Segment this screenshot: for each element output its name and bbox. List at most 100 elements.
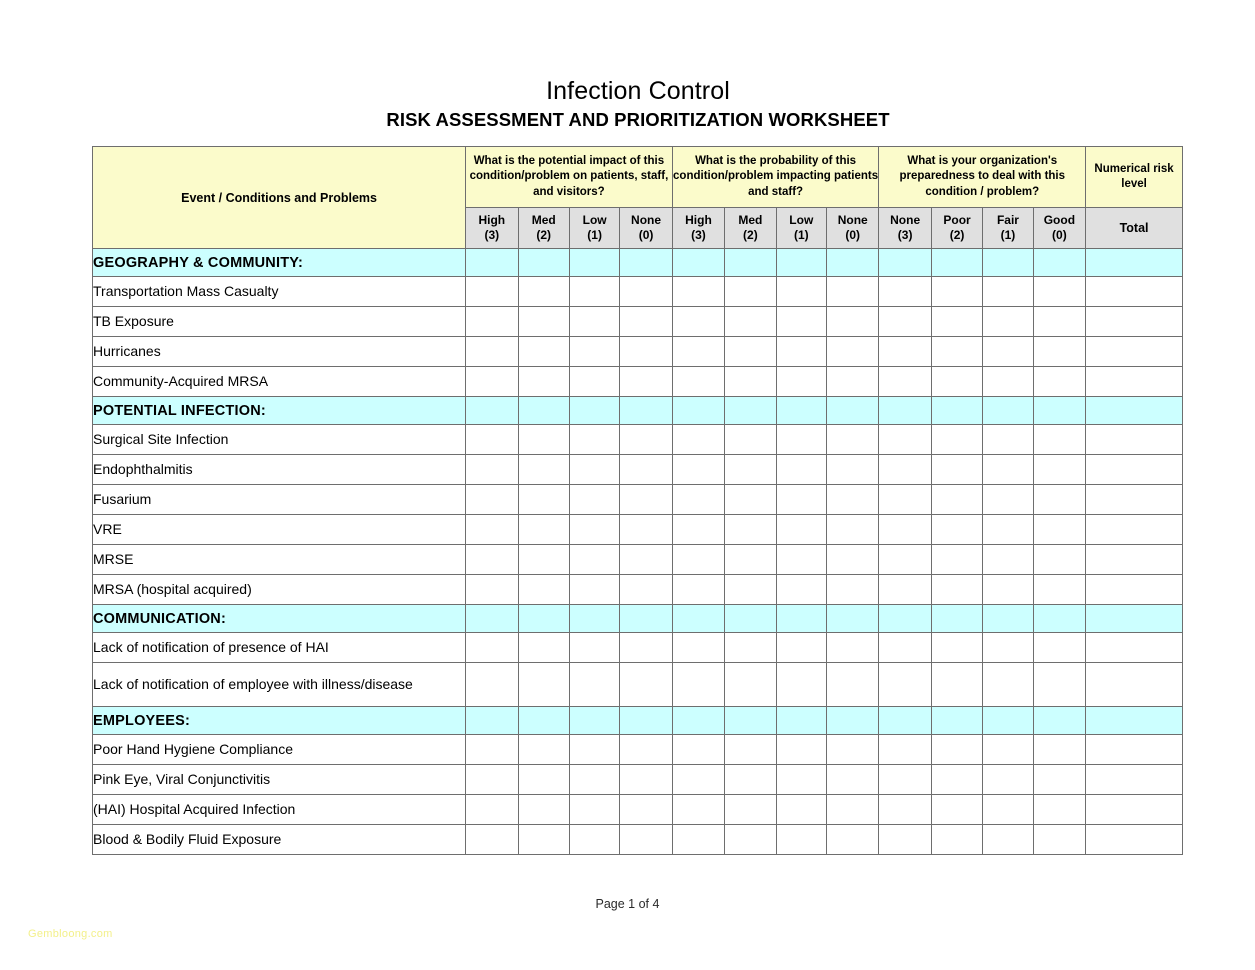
score-input-cell[interactable] [465, 734, 519, 765]
score-input-cell[interactable] [671, 454, 726, 485]
score-input-cell[interactable] [878, 454, 932, 485]
score-input-cell[interactable] [517, 662, 570, 707]
score-input-cell[interactable] [825, 366, 880, 397]
score-input-cell[interactable] [775, 454, 828, 485]
score-input-cell[interactable] [930, 662, 984, 707]
score-input-cell[interactable] [775, 276, 828, 307]
score-input-cell[interactable] [619, 764, 673, 795]
score-input-cell[interactable] [724, 794, 777, 825]
score-input-cell[interactable] [982, 454, 1034, 485]
score-input-cell[interactable] [878, 336, 932, 367]
total-input-cell[interactable] [1085, 632, 1183, 663]
score-input-cell[interactable] [619, 306, 673, 337]
score-input-cell[interactable] [517, 632, 570, 663]
score-input-cell[interactable] [619, 794, 673, 825]
score-input-cell[interactable] [825, 632, 880, 663]
score-input-cell[interactable] [568, 306, 621, 337]
score-input-cell[interactable] [568, 514, 621, 545]
score-input-cell[interactable] [619, 544, 673, 575]
score-input-cell[interactable] [930, 276, 984, 307]
score-input-cell[interactable] [724, 366, 777, 397]
score-input-cell[interactable] [1032, 306, 1087, 337]
score-input-cell[interactable] [878, 276, 932, 307]
score-input-cell[interactable] [982, 632, 1034, 663]
score-input-cell[interactable] [1032, 484, 1087, 515]
score-input-cell[interactable] [724, 734, 777, 765]
score-input-cell[interactable] [878, 484, 932, 515]
score-input-cell[interactable] [878, 632, 932, 663]
score-input-cell[interactable] [775, 484, 828, 515]
score-input-cell[interactable] [465, 632, 519, 663]
score-input-cell[interactable] [619, 454, 673, 485]
score-input-cell[interactable] [1032, 544, 1087, 575]
score-input-cell[interactable] [982, 764, 1034, 795]
score-input-cell[interactable] [517, 574, 570, 605]
score-input-cell[interactable] [878, 424, 932, 455]
score-input-cell[interactable] [930, 574, 984, 605]
total-input-cell[interactable] [1085, 794, 1183, 825]
score-input-cell[interactable] [465, 764, 519, 795]
score-input-cell[interactable] [465, 824, 519, 855]
total-input-cell[interactable] [1085, 424, 1183, 455]
score-input-cell[interactable] [825, 662, 880, 707]
score-input-cell[interactable] [568, 484, 621, 515]
score-input-cell[interactable] [825, 734, 880, 765]
score-input-cell[interactable] [1032, 764, 1087, 795]
score-input-cell[interactable] [930, 454, 984, 485]
score-input-cell[interactable] [724, 662, 777, 707]
score-input-cell[interactable] [775, 336, 828, 367]
score-input-cell[interactable] [465, 454, 519, 485]
score-input-cell[interactable] [671, 366, 726, 397]
score-input-cell[interactable] [465, 484, 519, 515]
score-input-cell[interactable] [517, 424, 570, 455]
score-input-cell[interactable] [671, 544, 726, 575]
score-input-cell[interactable] [982, 544, 1034, 575]
score-input-cell[interactable] [825, 794, 880, 825]
score-input-cell[interactable] [724, 764, 777, 795]
score-input-cell[interactable] [724, 454, 777, 485]
score-input-cell[interactable] [775, 514, 828, 545]
score-input-cell[interactable] [1032, 574, 1087, 605]
total-input-cell[interactable] [1085, 276, 1183, 307]
score-input-cell[interactable] [465, 574, 519, 605]
score-input-cell[interactable] [517, 306, 570, 337]
score-input-cell[interactable] [619, 336, 673, 367]
score-input-cell[interactable] [619, 366, 673, 397]
score-input-cell[interactable] [724, 484, 777, 515]
score-input-cell[interactable] [465, 276, 519, 307]
score-input-cell[interactable] [724, 514, 777, 545]
score-input-cell[interactable] [930, 544, 984, 575]
score-input-cell[interactable] [930, 764, 984, 795]
score-input-cell[interactable] [775, 734, 828, 765]
score-input-cell[interactable] [878, 574, 932, 605]
score-input-cell[interactable] [568, 424, 621, 455]
score-input-cell[interactable] [517, 484, 570, 515]
score-input-cell[interactable] [568, 366, 621, 397]
score-input-cell[interactable] [982, 306, 1034, 337]
score-input-cell[interactable] [671, 632, 726, 663]
score-input-cell[interactable] [619, 484, 673, 515]
score-input-cell[interactable] [568, 544, 621, 575]
score-input-cell[interactable] [982, 484, 1034, 515]
score-input-cell[interactable] [775, 632, 828, 663]
score-input-cell[interactable] [671, 424, 726, 455]
score-input-cell[interactable] [465, 514, 519, 545]
total-input-cell[interactable] [1085, 454, 1183, 485]
score-input-cell[interactable] [517, 336, 570, 367]
score-input-cell[interactable] [671, 514, 726, 545]
total-input-cell[interactable] [1085, 734, 1183, 765]
total-input-cell[interactable] [1085, 662, 1183, 707]
score-input-cell[interactable] [775, 574, 828, 605]
score-input-cell[interactable] [930, 824, 984, 855]
total-input-cell[interactable] [1085, 574, 1183, 605]
score-input-cell[interactable] [930, 514, 984, 545]
score-input-cell[interactable] [825, 454, 880, 485]
score-input-cell[interactable] [619, 734, 673, 765]
score-input-cell[interactable] [775, 662, 828, 707]
score-input-cell[interactable] [775, 306, 828, 337]
score-input-cell[interactable] [517, 276, 570, 307]
score-input-cell[interactable] [671, 306, 726, 337]
score-input-cell[interactable] [982, 276, 1034, 307]
score-input-cell[interactable] [1032, 514, 1087, 545]
score-input-cell[interactable] [1032, 662, 1087, 707]
